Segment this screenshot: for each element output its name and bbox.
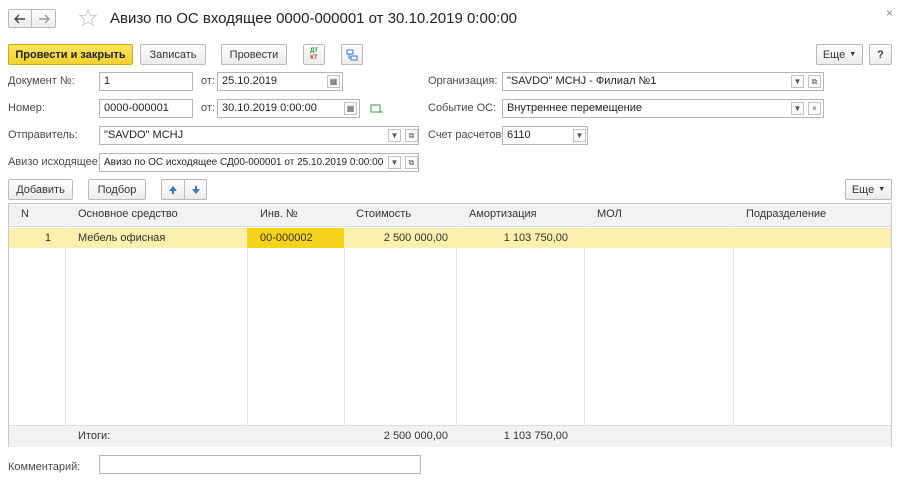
account-label: Счет расчетов: [428, 129, 505, 141]
totals-cost: 2 500 000,00 [383, 430, 448, 442]
column-header[interactable]: N [17, 204, 47, 226]
close-icon[interactable]: × [886, 6, 893, 20]
window-title: Авизо по ОС входящее 0000-000001 от 30.1… [110, 10, 518, 27]
doc-no-field[interactable]: 1 [99, 72, 193, 91]
open-icon[interactable]: ⧉ [405, 129, 418, 142]
help-button[interactable]: ? [869, 44, 892, 65]
row-asset[interactable]: Мебель офисная [74, 228, 244, 248]
row-mol[interactable] [593, 228, 729, 248]
totals-label: Итоги: [78, 430, 111, 442]
arrow-down-icon [191, 185, 200, 194]
dtkt-icon: ДТ КТ [310, 48, 318, 62]
post-and-close-button[interactable]: Провести и закрыть [8, 44, 133, 65]
post-button[interactable]: Провести [221, 44, 287, 65]
row-inv[interactable]: 00-000002 [247, 228, 344, 248]
sender-field[interactable]: "SAVDO" MCHJ [99, 126, 419, 145]
column-header[interactable]: Амортизация [465, 204, 580, 226]
move-up-button[interactable] [161, 179, 184, 200]
back-arrow-icon [14, 14, 25, 23]
outgoing-label: Авизо исходящее: [8, 156, 101, 168]
forward-arrow-icon [38, 14, 50, 23]
dropdown-icon[interactable]: ▼ [388, 129, 401, 142]
row-number: 1 [44, 232, 51, 244]
row-cost[interactable]: 2 500 000,00 [344, 228, 452, 248]
set-date-icon[interactable] [370, 102, 384, 116]
dtkt-bottom: КТ [310, 54, 318, 61]
add-button[interactable]: Добавить [8, 179, 73, 200]
totals-amortization: 1 103 750,00 [503, 430, 568, 442]
calendar-icon[interactable]: ▦ [327, 75, 340, 88]
open-icon[interactable]: ⧉ [405, 156, 418, 169]
clear-icon[interactable]: × [808, 102, 821, 115]
table-more-button[interactable]: Еще ▼ [845, 179, 892, 200]
structure-button[interactable] [341, 44, 363, 65]
column-header[interactable]: Подразделение [742, 204, 887, 226]
dtkt-button[interactable]: ДТ КТ [303, 44, 325, 65]
doc-date-field[interactable]: 25.10.2019 [217, 72, 343, 91]
comment-label: Комментарий: [8, 461, 81, 473]
table-row[interactable]: 1 Мебель офисная 00-000002 2 500 000,00 … [9, 228, 891, 248]
dropdown-icon[interactable]: ▼ [573, 129, 586, 142]
dropdown-icon: ▼ [849, 51, 857, 58]
dropdown-icon: ▼ [878, 186, 886, 193]
forward-button[interactable] [32, 9, 56, 28]
arrow-up-icon [169, 185, 177, 194]
column-header[interactable]: Основное средство [74, 204, 244, 226]
calendar-icon[interactable]: ▦ [344, 102, 357, 115]
structure-icon [346, 49, 358, 60]
outgoing-field[interactable]: Авизо по ОС исходящее СД00-000001 от 25.… [99, 153, 419, 172]
row-amortization[interactable]: 1 103 750,00 [456, 228, 572, 248]
save-button[interactable]: Записать [140, 44, 206, 65]
number-date-from-label: от: [201, 102, 215, 114]
doc-date-from-label: от: [201, 75, 215, 87]
table-footer: Итоги: 2 500 000,00 1 103 750,00 [9, 425, 891, 447]
number-field[interactable]: 0000-000001 [99, 99, 193, 118]
column-header[interactable]: Инв. № [256, 204, 341, 226]
comment-field[interactable] [99, 455, 421, 474]
event-label: Событие ОС: [428, 102, 497, 114]
column-header[interactable]: МОЛ [593, 204, 729, 226]
select-button[interactable]: Подбор [88, 179, 146, 200]
back-button[interactable] [8, 9, 32, 28]
sender-label: Отправитель: [8, 129, 78, 141]
event-field[interactable]: Внутреннее перемещение [502, 99, 824, 118]
more-button[interactable]: Еще ▼ [816, 44, 863, 65]
org-field[interactable]: "SAVDO" MCHJ - Филиал №1 [502, 72, 824, 91]
move-down-button[interactable] [184, 179, 207, 200]
number-label: Номер: [8, 102, 45, 114]
more-label: Еще [822, 48, 846, 61]
row-department[interactable] [742, 228, 887, 248]
column-header[interactable]: Стоимость [352, 204, 452, 226]
dropdown-icon[interactable]: ▼ [791, 102, 804, 115]
table-header: N Основное средство Инв. № Стоимость Амо… [9, 204, 891, 227]
dtkt-top: ДТ [310, 47, 318, 54]
dropdown-icon[interactable]: ▼ [791, 75, 804, 88]
favorite-button[interactable] [78, 8, 98, 28]
dropdown-icon[interactable]: ▼ [388, 156, 401, 169]
star-icon [78, 8, 98, 27]
assets-table[interactable]: N Основное средство Инв. № Стоимость Амо… [8, 203, 892, 447]
org-label: Организация: [428, 75, 498, 87]
doc-no-label: Документ №: [8, 75, 75, 87]
table-more-label: Еще [851, 183, 875, 196]
number-date-field[interactable]: 30.10.2019 0:00:00 [217, 99, 360, 118]
open-icon[interactable]: ⧉ [808, 75, 821, 88]
